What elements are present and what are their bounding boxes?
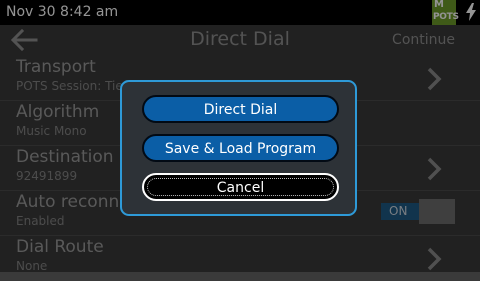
save-load-program-button[interactable]: Save & Load Program bbox=[142, 134, 339, 162]
action-dialog: Direct Dial Save & Load Program Cancel bbox=[120, 80, 357, 216]
cancel-button[interactable]: Cancel bbox=[142, 173, 339, 201]
direct-dial-button[interactable]: Direct Dial bbox=[142, 95, 339, 123]
